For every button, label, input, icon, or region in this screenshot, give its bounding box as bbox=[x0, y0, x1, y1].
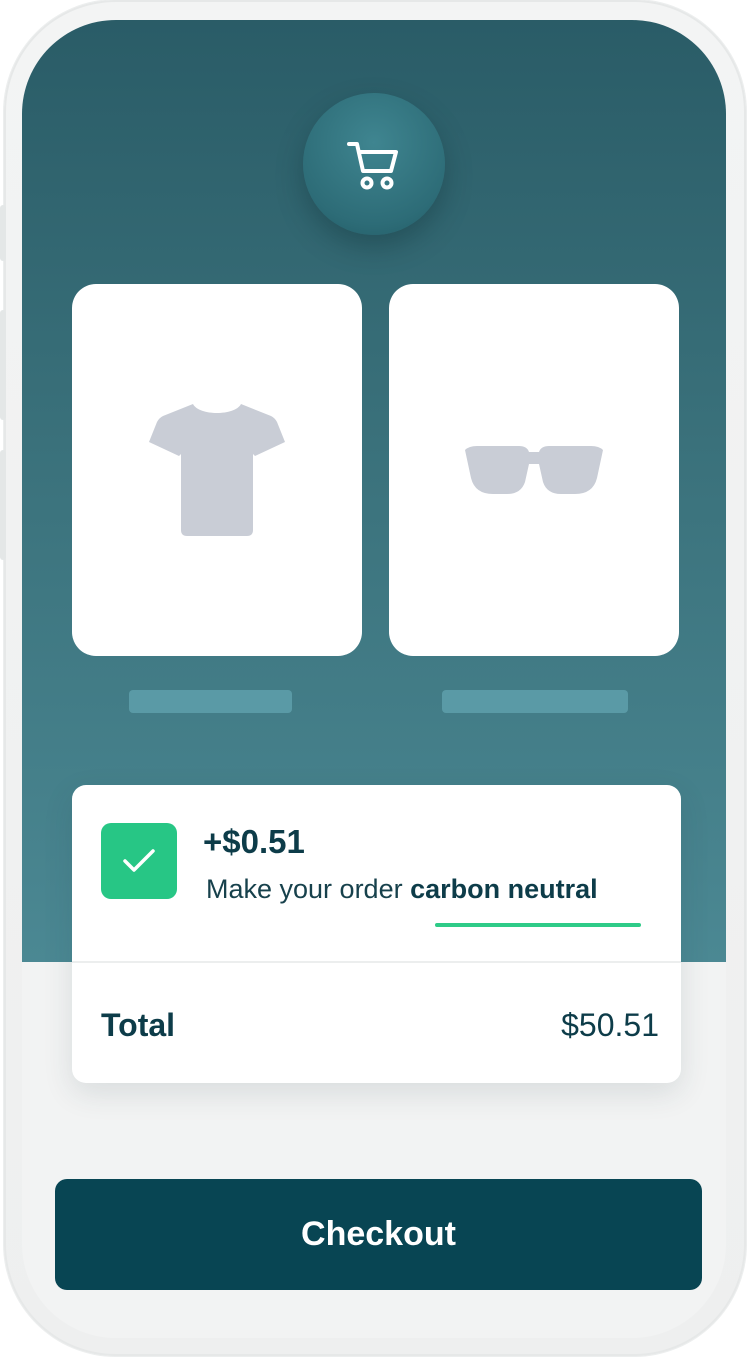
offset-description: Make your order carbon neutral bbox=[206, 874, 598, 905]
total-label: Total bbox=[101, 1007, 176, 1043]
cart-badge[interactable] bbox=[303, 93, 445, 235]
checkout-button[interactable]: Checkout bbox=[55, 1179, 702, 1290]
offset-price: +$0.51 bbox=[203, 823, 305, 860]
carbon-offset-card: +$0.51 Make your order carbon neutral To… bbox=[72, 785, 681, 1083]
side-button-mute bbox=[0, 205, 6, 261]
product-name-placeholder bbox=[129, 690, 292, 713]
side-button-volume-up bbox=[0, 310, 6, 420]
offset-text-prefix: Make your order bbox=[206, 874, 411, 904]
checkmark-icon bbox=[123, 849, 155, 872]
phone-screen: +$0.51 Make your order carbon neutral To… bbox=[22, 20, 726, 1338]
product-name-placeholder bbox=[442, 690, 628, 713]
product-card-tshirt[interactable] bbox=[72, 284, 362, 656]
side-button-volume-down bbox=[0, 450, 6, 560]
product-card-sunglasses[interactable] bbox=[389, 284, 679, 656]
total-value: $50.51 bbox=[561, 1007, 659, 1043]
divider bbox=[72, 961, 681, 963]
offset-text-emphasis: carbon neutral bbox=[410, 874, 598, 904]
shopping-cart-icon bbox=[347, 142, 398, 190]
sunglasses-icon bbox=[465, 446, 603, 494]
carbon-neutral-underline bbox=[435, 923, 641, 927]
t-shirt-icon bbox=[149, 404, 285, 536]
carbon-offset-checkbox[interactable] bbox=[101, 823, 177, 899]
